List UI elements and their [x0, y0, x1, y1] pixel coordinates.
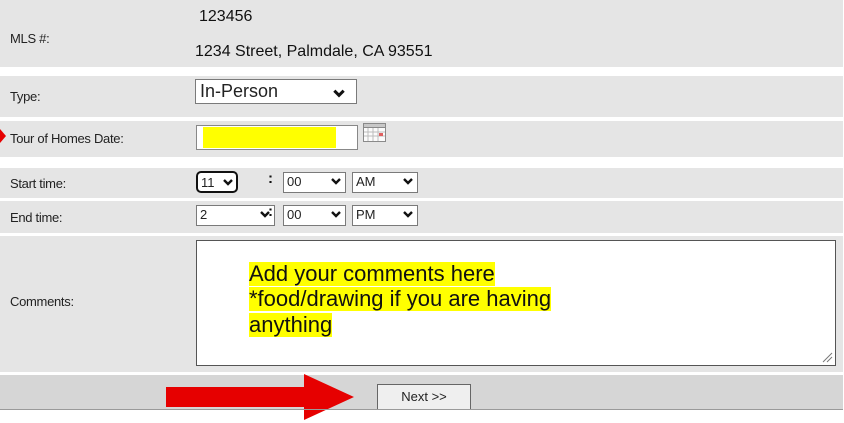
- resize-handle-icon[interactable]: [821, 351, 833, 363]
- end-ampm-value: PM: [356, 207, 376, 222]
- type-label: Type:: [10, 89, 41, 104]
- comment-line-3: anything: [249, 312, 333, 337]
- end-minute-value: 00: [287, 207, 302, 222]
- mls-number: 123456: [199, 8, 253, 25]
- next-button[interactable]: Next >>: [377, 384, 471, 410]
- divider: [0, 409, 843, 410]
- chevron-down-icon: [403, 211, 413, 218]
- type-row: Type:: [0, 76, 843, 117]
- start-ampm-select[interactable]: AM: [352, 172, 418, 193]
- date-highlight: [203, 127, 336, 148]
- comments-label: Comments:: [10, 294, 74, 309]
- tour-date-input[interactable]: [196, 125, 358, 150]
- start-time-row: Start time:: [0, 168, 843, 198]
- comments-textarea[interactable]: Add your comments here *food/drawing if …: [196, 240, 836, 366]
- start-hour-select[interactable]: 11: [196, 171, 238, 193]
- open-house-form: MLS #: 123456 1234 Street, Palmdale, CA …: [0, 0, 843, 420]
- start-minute-select[interactable]: 00: [283, 172, 346, 193]
- comment-line-1: Add your comments here: [249, 261, 495, 286]
- start-minute-value: 00: [287, 174, 302, 189]
- arrow-pointer-icon: [0, 129, 6, 143]
- chevron-down-icon: [331, 211, 341, 218]
- property-address: 1234 Street, Palmdale, CA 93551: [195, 43, 433, 60]
- mls-row: MLS #: 123456 1234 Street, Palmdale, CA …: [0, 0, 843, 67]
- red-arrow-icon: [166, 374, 354, 420]
- end-ampm-select[interactable]: PM: [352, 205, 418, 226]
- tour-date-row: Tour of Homes Date:: [0, 121, 843, 157]
- mls-label: MLS #:: [10, 31, 50, 46]
- type-select[interactable]: In-Person: [195, 79, 357, 104]
- end-time-label: End time:: [10, 210, 63, 225]
- chevron-down-icon: [403, 178, 413, 185]
- calendar-icon[interactable]: [362, 121, 388, 143]
- tour-date-label: Tour of Homes Date:: [10, 131, 124, 146]
- end-time-row: End time:: [0, 201, 843, 233]
- start-time-label: Start time:: [10, 176, 66, 191]
- end-hour-value: 2: [200, 207, 208, 222]
- comment-line-2: *food/drawing if you are having: [249, 286, 552, 311]
- chevron-down-icon: [333, 89, 345, 98]
- time-separator: :: [268, 203, 273, 220]
- start-hour-value: 11: [201, 175, 215, 190]
- end-minute-select[interactable]: 00: [283, 205, 346, 226]
- type-select-value: In-Person: [200, 81, 279, 101]
- chevron-down-icon: [223, 179, 233, 186]
- time-separator: :: [268, 170, 273, 187]
- chevron-down-icon: [331, 178, 341, 185]
- end-hour-select[interactable]: 2: [196, 205, 275, 226]
- start-ampm-value: AM: [356, 174, 376, 189]
